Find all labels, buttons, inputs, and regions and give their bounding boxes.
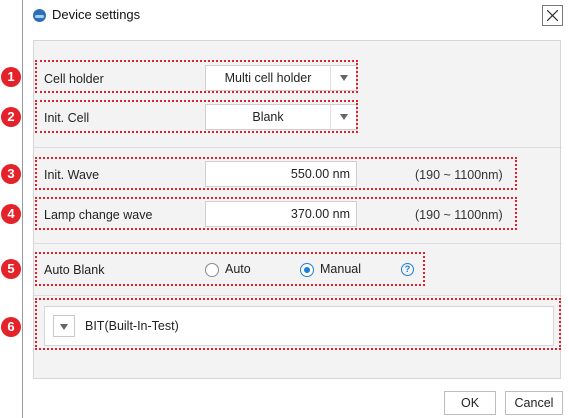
init-cell-label: Init. Cell	[44, 111, 90, 125]
bit-label: BIT(Built-In-Test)	[85, 319, 179, 333]
chevron-down-icon[interactable]	[330, 66, 356, 90]
init-cell-value: Blank	[252, 110, 284, 124]
lamp-change-wave-input[interactable]	[206, 202, 356, 226]
annotation-badge-4: 4	[1, 204, 21, 224]
annotation-badge-3: 3	[1, 164, 21, 184]
section-divider	[34, 243, 562, 244]
init-cell-select[interactable]: Blank	[205, 104, 357, 130]
lamp-change-wave-field[interactable]	[205, 201, 357, 227]
cancel-button[interactable]: Cancel	[505, 391, 563, 415]
section-divider	[34, 295, 562, 296]
help-icon[interactable]: ?	[401, 263, 414, 276]
device-settings-dialog: Device settings Cell holder Multi cell h…	[22, 0, 569, 418]
dialog-title: Device settings	[52, 7, 141, 22]
lamp-change-wave-range: (190 ~ 1100nm)	[415, 208, 503, 222]
init-wave-label: Init. Wave	[44, 168, 100, 182]
annotation-badge-6: 6	[1, 317, 21, 337]
annotation-badge-2: 2	[1, 107, 21, 127]
close-icon	[547, 10, 558, 21]
ok-button[interactable]: OK	[444, 391, 496, 415]
settings-panel: Cell holder Multi cell holder Init. Cell…	[33, 40, 562, 379]
auto-blank-label: Auto Blank	[44, 263, 105, 277]
cell-holder-value: Multi cell holder	[224, 71, 312, 85]
radio-circle-selected[interactable]	[300, 263, 314, 277]
cell-holder-label: Cell holder	[44, 72, 104, 86]
cell-holder-select[interactable]: Multi cell holder	[205, 65, 357, 91]
init-wave-input[interactable]	[206, 162, 356, 186]
app-logo-icon	[33, 9, 46, 22]
chevron-down-icon[interactable]	[330, 105, 356, 129]
init-wave-range: (190 ~ 1100nm)	[415, 168, 503, 182]
title-bar: Device settings	[23, 0, 569, 30]
bit-expand-button[interactable]	[53, 315, 75, 337]
manual-radio-label[interactable]: Manual	[320, 262, 361, 276]
bit-section: BIT(Built-In-Test)	[44, 306, 554, 346]
annotation-badge-1: 1	[1, 67, 21, 87]
lamp-change-wave-label: Lamp change wave	[44, 208, 153, 222]
init-wave-field[interactable]	[205, 161, 357, 187]
close-button[interactable]	[542, 5, 563, 26]
radio-circle[interactable]	[205, 263, 219, 277]
section-divider	[34, 147, 562, 148]
annotation-badge-5: 5	[1, 259, 21, 279]
auto-radio-label[interactable]: Auto	[225, 262, 251, 276]
